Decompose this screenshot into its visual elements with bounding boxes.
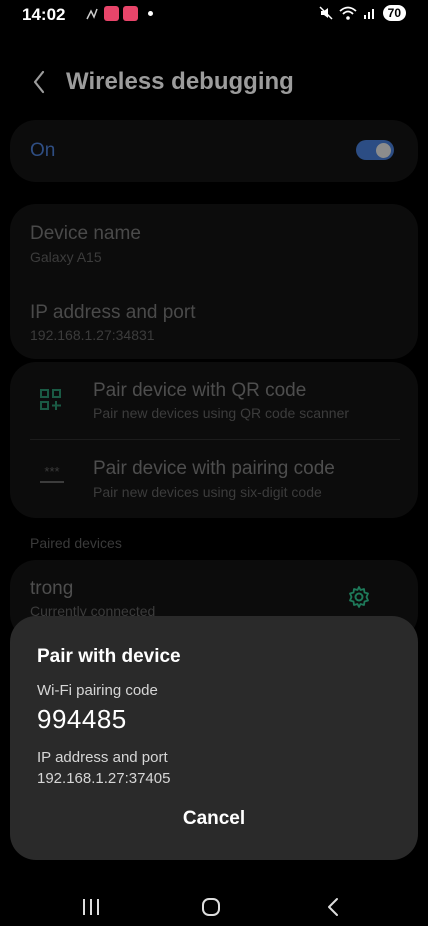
wifi-icon [339,6,357,20]
mute-wave-icon [86,8,98,19]
switch-knob [376,143,391,158]
dialog-ip-value: 192.168.1.27:37405 [37,770,171,787]
pairing-code-icon: *** [40,465,64,483]
back-arrow-icon[interactable] [32,68,46,96]
pair-qr-subtitle: Pair new devices using QR code scanner [93,405,350,421]
more-notifications-dot-icon [148,11,153,16]
mute-icon [319,6,333,20]
device-name-value: Galaxy A15 [30,249,102,265]
recent-apps-icon[interactable] [81,898,101,916]
app-notification-icon [104,6,119,21]
paired-devices-header: Paired devices [30,535,122,551]
navigation-bar [0,880,428,926]
page-title: Wireless debugging [66,68,294,95]
qr-code-icon [40,389,61,410]
signal-icon [363,9,374,19]
home-icon[interactable] [201,897,221,917]
settings-gear-icon[interactable] [347,585,371,609]
status-time: 14:02 [22,5,66,24]
pairing-code-value: 994485 [37,704,127,734]
paired-device-name: trong [30,578,74,599]
dialog-ip-label: IP address and port [37,749,168,766]
toggle-label: On [30,140,56,161]
pairing-code-label: Wi-Fi pairing code [37,682,158,699]
pair-code-subtitle: Pair new devices using six-digit code [93,484,322,500]
ip-address-value: 192.168.1.27:34831 [30,327,155,343]
back-nav-icon[interactable] [326,897,340,917]
device-name-label: Device name [30,223,141,244]
cancel-button[interactable]: Cancel [150,804,278,834]
pair-code-title: Pair device with pairing code [93,458,335,479]
app-notification-icon [123,6,138,21]
pair-qr-title: Pair device with QR code [93,380,307,401]
ip-address-label: IP address and port [30,302,196,323]
dialog-title: Pair with device [37,646,181,667]
battery-indicator: 70 [382,5,406,21]
status-bar: 14:02 70 [0,0,428,30]
